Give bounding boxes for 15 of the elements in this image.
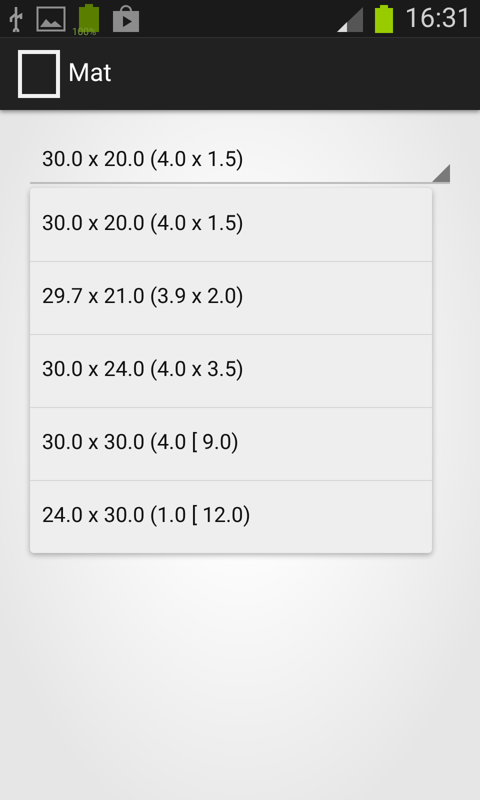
size-spinner[interactable]: 30.0 x 20.0 (4.0 x 1.5) [30, 140, 450, 184]
dropdown-option[interactable]: 30.0 x 24.0 (4.0 x 3.5) [30, 334, 432, 407]
dropdown-option[interactable]: 24.0 x 30.0 (1.0 [ 12.0) [30, 480, 432, 553]
dropdown-option[interactable]: 30.0 x 30.0 (4.0 [ 9.0) [30, 407, 432, 480]
play-store-icon [112, 4, 140, 32]
signal-icon [334, 6, 363, 32]
app-icon[interactable] [18, 50, 60, 98]
image-icon [36, 6, 66, 32]
usb-icon [8, 6, 24, 32]
dropdown-option[interactable]: 29.7 x 21.0 (3.9 x 2.0) [30, 261, 432, 334]
app-title: Mat [68, 58, 112, 90]
battery-icon [374, 4, 393, 32]
dropdown-option[interactable]: 30.0 x 20.0 (4.0 x 1.5) [30, 188, 432, 261]
dropdown-triangle-icon [432, 164, 450, 182]
clock: 16:31 [404, 5, 472, 32]
